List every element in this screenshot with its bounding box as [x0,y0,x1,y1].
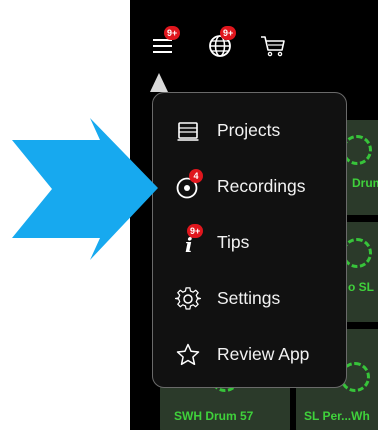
tips-badge: 9+ [187,224,204,238]
menu-item-label: Projects [217,120,281,140]
menu-item-review-app[interactable]: Review App [153,329,348,385]
menu-item-tips[interactable]: i 9+ Tips [153,217,348,273]
menu-item-label: Tips [217,232,250,252]
menu-item-label: Settings [217,288,281,308]
globe-badge: 9+ [220,26,237,40]
pad-label: SL Per...Wh [304,409,370,423]
menu-item-label: Recordings [217,176,306,196]
globe-button[interactable]: 9+ [206,26,237,60]
pad-label: SWH Drum 57 [174,409,254,423]
projects-icon [175,118,201,144]
highlight-arrow-icon [12,118,158,260]
main-menu-popup: Projects 4 Recordings i 9+ Tips Settings… [152,92,347,388]
pad-label: o SL [348,280,374,294]
recordings-badge: 4 [189,169,203,183]
menu-item-label: Review App [217,344,310,364]
pad-label: Drum [352,176,378,190]
menu-item-recordings[interactable]: 4 Recordings [153,161,348,217]
menu-item-settings[interactable]: Settings [153,273,348,329]
star-icon [175,342,201,368]
cart-icon [261,36,285,57]
menu-item-projects[interactable]: Projects [153,105,348,161]
hamburger-menu-button[interactable]: 9+ [150,26,181,60]
cart-button[interactable] [258,30,288,60]
menu-badge: 9+ [164,26,181,40]
top-toolbar: 9+ 9+ [130,0,378,82]
app-screen: 9+ 9+ Drum [130,0,378,430]
gear-icon [175,286,201,312]
popup-pointer [150,73,168,92]
